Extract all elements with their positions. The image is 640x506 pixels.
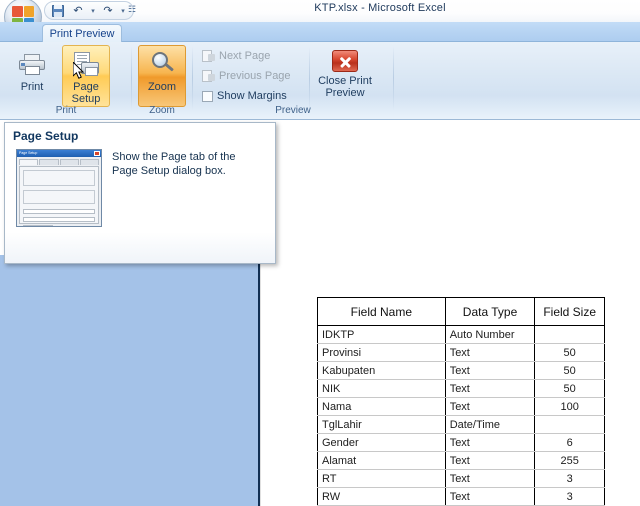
cell-data-type: Auto Number <box>444 325 536 344</box>
page-setup-icon <box>73 49 99 79</box>
cell-field-name: NIK <box>317 379 446 398</box>
cell-field-name: Kabupaten <box>317 361 446 380</box>
page-setup-tooltip: Page Setup Page Setup Show the Page tab … <box>4 122 276 264</box>
next-page-button[interactable]: Next Page <box>199 47 294 65</box>
show-margins-checkbox[interactable]: Show Margins <box>199 87 294 105</box>
ribbon: Print Page Setup Print Zoom Zoom Next Pa… <box>0 42 640 120</box>
save-icon[interactable] <box>49 3 67 19</box>
cell-data-type: Text <box>444 361 536 380</box>
cell-field-name: Alamat <box>317 451 446 470</box>
cell-field-name: RW <box>317 487 446 506</box>
tab-print-preview[interactable]: Print Preview <box>42 24 122 43</box>
column-header-data-type: Data Type <box>444 297 536 326</box>
table-row: Gender Text 6 <box>317 433 605 452</box>
column-header-field-size: Field Size <box>534 297 605 326</box>
cell-field-name: Provinsi <box>317 343 446 362</box>
close-print-preview-button[interactable]: Close Print Preview <box>317 45 373 107</box>
ribbon-group-print-label: Print <box>55 105 77 116</box>
cell-field-size: 50 <box>534 361 605 380</box>
close-print-preview-label-line2: Preview <box>325 87 365 99</box>
table-row: RT Text 3 <box>317 469 605 488</box>
ribbon-group-preview: Next Page Previous Page Show Margins Clo… <box>195 43 391 117</box>
cell-field-size <box>534 325 605 344</box>
tooltip-title: Page Setup <box>13 129 79 143</box>
cell-field-size: 255 <box>534 451 605 470</box>
print-button-label: Print <box>20 81 44 93</box>
ribbon-tab-strip: Print Preview <box>0 22 640 43</box>
magnifier-icon <box>149 49 175 79</box>
cell-field-size: 100 <box>534 397 605 416</box>
cell-field-size <box>534 415 605 434</box>
undo-icon[interactable]: ↶ <box>69 3 87 19</box>
group-divider <box>131 46 132 110</box>
cell-data-type: Text <box>444 343 536 362</box>
thumbnail-titlebar-text: Page Setup <box>19 151 38 155</box>
show-margins-label: Show Margins <box>217 90 287 102</box>
next-page-label: Next Page <box>219 50 271 62</box>
table-row: Nama Text 100 <box>317 397 605 416</box>
cell-data-type: Date/Time <box>444 415 536 434</box>
tooltip-description: Show the Page tab of the Page Setup dial… <box>112 151 236 177</box>
table-row: Kabupaten Text 50 <box>317 361 605 380</box>
close-print-preview-label-line1: Close Print <box>318 75 372 87</box>
table-row: RW Text 3 <box>317 487 605 506</box>
zoom-button[interactable]: Zoom <box>138 45 186 107</box>
cell-field-name: IDKTP <box>317 325 446 344</box>
page-setup-dialog-thumbnail-icon: Page Setup <box>16 149 102 227</box>
customize-quick-access-icon[interactable]: ☷ <box>128 4 136 15</box>
table-row: IDKTP Auto Number <box>317 325 605 344</box>
table-row: Provinsi Text 50 <box>317 343 605 362</box>
undo-dropdown-icon[interactable]: ▾ <box>89 3 97 19</box>
cell-field-name: Nama <box>317 397 446 416</box>
previous-page-icon <box>202 69 215 83</box>
cell-data-type: Text <box>444 433 536 452</box>
quick-access-toolbar: ↶ ▾ ↷ ▾ <box>44 1 134 20</box>
printer-icon <box>19 49 45 79</box>
page-setup-button[interactable]: Page Setup <box>62 45 110 107</box>
cell-field-size: 50 <box>534 343 605 362</box>
cell-data-type: Text <box>444 451 536 470</box>
cell-data-type: Text <box>444 397 536 416</box>
cell-data-type: Text <box>444 469 536 488</box>
table-header-row: Field Name Data Type Field Size <box>317 297 605 326</box>
zoom-button-label: Zoom <box>147 81 177 93</box>
redo-dropdown-icon[interactable]: ▾ <box>119 3 127 19</box>
cell-field-size: 6 <box>534 433 605 452</box>
cell-field-size: 3 <box>534 487 605 506</box>
column-header-field-name: Field Name <box>317 297 446 326</box>
previous-page-button[interactable]: Previous Page <box>199 67 294 85</box>
page-setup-button-label-line2: Setup <box>71 93 101 105</box>
cell-field-name: RT <box>317 469 446 488</box>
page-setup-button-label-line1: Page <box>73 81 99 93</box>
preview-inner-divider <box>309 47 310 111</box>
preview-page-fill <box>0 255 260 506</box>
cell-data-type: Text <box>444 379 536 398</box>
previous-page-label: Previous Page <box>219 70 291 82</box>
cell-field-name: TglLahir <box>317 415 446 434</box>
group-divider <box>393 46 394 110</box>
table-row: NIK Text 50 <box>317 379 605 398</box>
cell-field-size: 50 <box>534 379 605 398</box>
table-row: Alamat Text 255 <box>317 451 605 470</box>
cell-data-type: Text <box>444 487 536 506</box>
ribbon-group-zoom-label: Zoom <box>149 105 175 116</box>
checkbox-icon[interactable] <box>202 90 213 102</box>
ribbon-group-zoom: Zoom Zoom <box>134 43 190 117</box>
excel-print-preview-window: KTP.xlsx - Microsoft Excel ↶ ▾ ↷ ▾ ☷ Pri… <box>0 0 640 506</box>
field-definition-table: Field Name Data Type Field Size IDKTP Aut… <box>317 297 605 506</box>
table-body: IDKTP Auto Number Provinsi Text 50 Kabupaten T… <box>317 325 605 506</box>
title-bar: KTP.xlsx - Microsoft Excel ↶ ▾ ↷ ▾ ☷ <box>0 0 640 36</box>
close-x-icon <box>332 50 358 72</box>
ribbon-group-print: Print Page Setup Print <box>2 43 130 117</box>
table-row: TglLahir Date/Time <box>317 415 605 434</box>
cell-field-size: 3 <box>534 469 605 488</box>
next-page-icon <box>202 49 215 63</box>
cell-field-name: Gender <box>317 433 446 452</box>
ribbon-group-preview-label: Preview <box>275 105 311 116</box>
redo-icon[interactable]: ↷ <box>99 3 117 19</box>
print-button[interactable]: Print <box>8 45 56 107</box>
group-divider <box>192 46 193 110</box>
preview-page-shadow <box>258 255 261 506</box>
